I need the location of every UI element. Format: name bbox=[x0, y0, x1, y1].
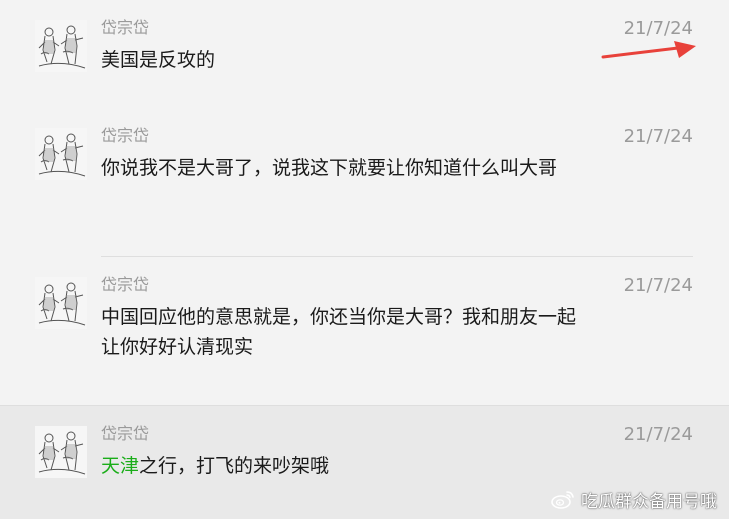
weibo-logo-icon bbox=[551, 491, 574, 509]
sender-name: 岱宗岱 bbox=[101, 18, 150, 37]
message-date: 21/7/24 bbox=[623, 126, 693, 147]
avatar[interactable] bbox=[35, 128, 87, 180]
message-text-rest: 之行，打飞的来吵架哦 bbox=[139, 455, 330, 477]
message-item[interactable]: 岱宗岱 21/7/24 你说我不是大哥了，说我这下就要让你知道什么叫大哥 bbox=[0, 108, 729, 257]
sender-name: 岱宗岱 bbox=[101, 275, 150, 294]
message-link-highlight[interactable]: 天津 bbox=[101, 455, 139, 477]
watermark-text: 吃瓜群众备用号哦 bbox=[581, 491, 717, 512]
sketch-figures-avatar-icon bbox=[35, 426, 87, 478]
sketch-figures-avatar-icon bbox=[35, 20, 87, 72]
red-arrow-annotation bbox=[601, 41, 696, 59]
avatar[interactable] bbox=[35, 20, 87, 72]
message-date: 21/7/24 bbox=[623, 424, 693, 445]
watermark: 吃瓜群众备用号哦 bbox=[551, 487, 717, 512]
message-text: 美国是反攻的 bbox=[101, 49, 216, 71]
sketch-figures-avatar-icon bbox=[35, 277, 87, 329]
message-text: 你说我不是大哥了，说我这下就要让你知道什么叫大哥 bbox=[101, 157, 558, 179]
sender-name: 岱宗岱 bbox=[101, 424, 150, 443]
message-text: 中国回应他的意思就是，你还当你是大哥？我和朋友一起让你好好认清现实 bbox=[101, 306, 577, 358]
message-date: 21/7/24 bbox=[623, 275, 693, 296]
sketch-figures-avatar-icon bbox=[35, 128, 87, 180]
chat-history-list: 岱宗岱 21/7/24 美国是反攻的 岱宗岱 21/7/24 你说我不是大哥了，… bbox=[0, 0, 729, 519]
sender-name: 岱宗岱 bbox=[101, 126, 150, 145]
avatar[interactable] bbox=[35, 426, 87, 478]
message-item[interactable]: 岱宗岱 21/7/24 中国回应他的意思就是，你还当你是大哥？我和朋友一起让你好… bbox=[0, 257, 729, 406]
message-text: 天津之行，打飞的来吵架哦 bbox=[101, 451, 601, 481]
avatar[interactable] bbox=[35, 277, 87, 329]
